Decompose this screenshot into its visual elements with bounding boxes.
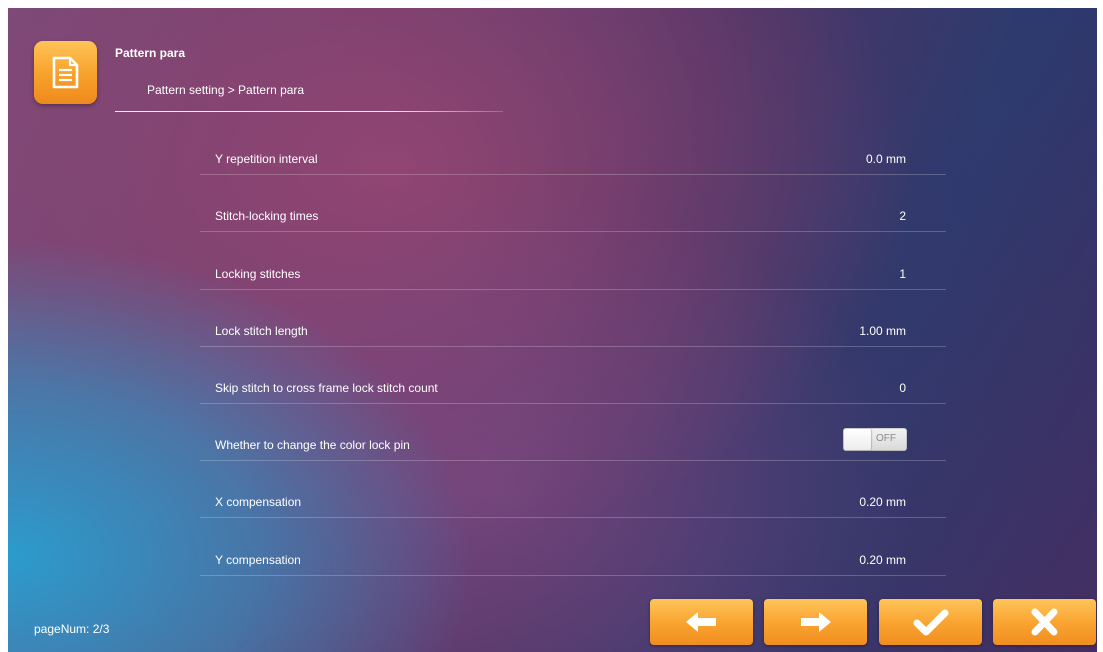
param-value[interactable]: 2 (899, 209, 906, 223)
checkmark-icon (913, 609, 949, 636)
param-label: Skip stitch to cross frame lock stitch c… (215, 380, 438, 395)
toggle-knob (844, 429, 871, 451)
param-label: Y repetition interval (215, 152, 318, 167)
param-label: Whether to change the color lock pin (215, 438, 410, 453)
param-value[interactable]: 1.00 mm (859, 324, 906, 338)
param-label: X compensation (215, 495, 302, 510)
param-list: Y repetition interval 0.0 mm Stitch-lock… (200, 118, 946, 576)
param-row-stitch-locking-times[interactable]: Stitch-locking times 2 (200, 175, 946, 233)
param-row-color-lock-pin[interactable]: Whether to change the color lock pin OFF (200, 404, 946, 462)
param-value[interactable]: 0.20 mm (859, 553, 906, 567)
next-page-button[interactable] (764, 599, 867, 645)
confirm-button[interactable] (879, 599, 982, 645)
document-icon (34, 41, 97, 104)
header-divider (115, 111, 503, 112)
param-label: Stitch-locking times (215, 209, 319, 224)
close-icon (1031, 608, 1058, 636)
screen: Pattern para Pattern setting > Pattern p… (8, 8, 1097, 652)
param-row-skip-stitch-lock-count[interactable]: Skip stitch to cross frame lock stitch c… (200, 347, 946, 404)
arrow-right-icon (801, 612, 831, 632)
cancel-button[interactable] (993, 599, 1096, 645)
page-number: pageNum: 2/3 (34, 622, 110, 636)
param-value[interactable]: 0.0 mm (866, 152, 906, 166)
param-row-y-repetition-interval[interactable]: Y repetition interval 0.0 mm (200, 118, 946, 176)
color-lock-pin-toggle[interactable]: OFF (843, 428, 907, 452)
prev-page-button[interactable] (650, 599, 753, 645)
breadcrumb: Pattern setting > Pattern para (147, 83, 305, 97)
page-title: Pattern para (115, 46, 186, 60)
param-label: Lock stitch length (215, 323, 308, 338)
param-value[interactable]: 0.20 mm (859, 495, 906, 509)
param-row-y-compensation[interactable]: Y compensation 0.20 mm (200, 518, 946, 576)
arrow-left-icon (686, 612, 716, 632)
param-row-locking-stitches[interactable]: Locking stitches 1 (200, 232, 946, 290)
param-label: Y compensation (215, 552, 301, 567)
param-row-lock-stitch-length[interactable]: Lock stitch length 1.00 mm (200, 290, 946, 347)
toggle-state-label: OFF (876, 433, 896, 445)
param-value[interactable]: 1 (899, 267, 906, 281)
param-label: Locking stitches (215, 266, 301, 281)
param-row-x-compensation[interactable]: X compensation 0.20 mm (200, 461, 946, 519)
param-value[interactable]: 0 (899, 381, 906, 395)
